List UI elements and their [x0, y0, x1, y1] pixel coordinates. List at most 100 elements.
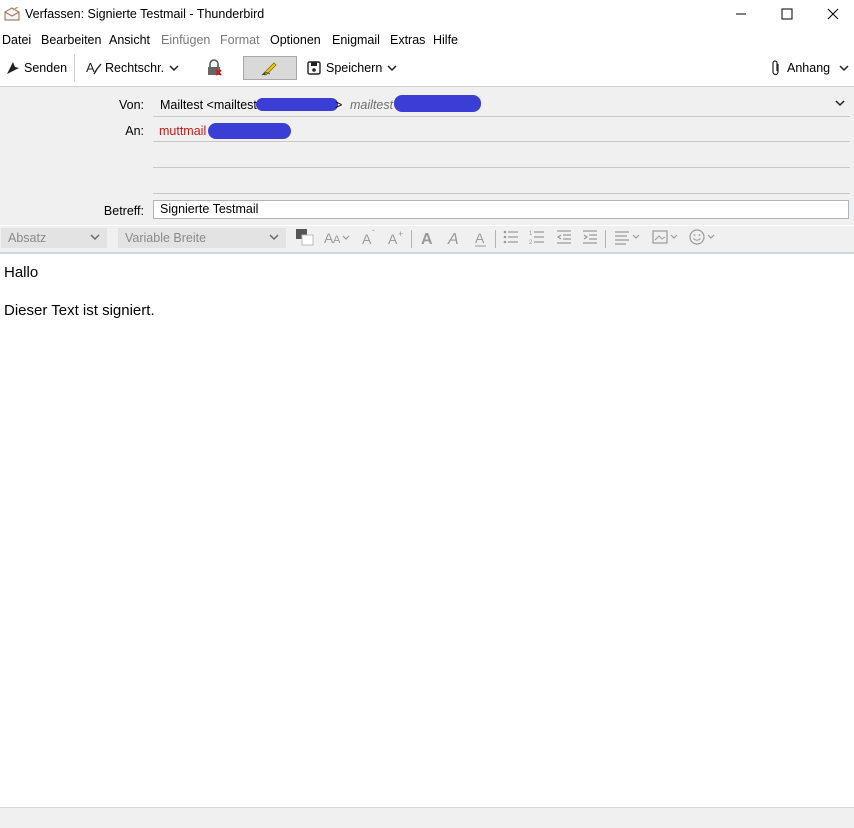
thunderbird-compose-icon	[4, 6, 20, 21]
save-label: Speichern	[326, 61, 383, 75]
minimize-icon	[735, 8, 747, 23]
from-address-end: >	[335, 98, 343, 112]
indent-icon[interactable]	[582, 229, 598, 249]
compose-toolbar: Senden A Rechtschr. Speichern Anhang	[0, 50, 854, 87]
menu-hilfe[interactable]: Hilfe	[433, 33, 458, 47]
svg-text:A: A	[362, 231, 372, 247]
close-icon	[827, 8, 839, 23]
svg-text:A: A	[333, 234, 341, 246]
from-address: Mailtest <mailtest	[160, 98, 257, 112]
attach-button[interactable]: Anhang	[771, 57, 830, 79]
paperclip-icon	[771, 60, 781, 76]
send-label: Senden	[24, 61, 68, 75]
paragraph-format-select[interactable]: Absatz	[1, 228, 107, 248]
title-bar: Verfassen: Signierte Testmail - Thunderb…	[0, 0, 854, 30]
italic-icon[interactable]: A	[447, 229, 463, 251]
recipient-underline	[153, 167, 850, 168]
from-label: Von:	[118, 98, 144, 112]
format-separator	[411, 230, 412, 248]
menu-einfuegen[interactable]: Einfügen	[161, 33, 210, 47]
save-dropdown[interactable]	[386, 57, 398, 79]
spelling-button[interactable]: A Rechtschr.	[86, 57, 164, 79]
emoji-icon[interactable]	[689, 229, 719, 249]
underline-icon[interactable]: A	[473, 229, 489, 251]
redaction-mark	[208, 123, 291, 139]
redaction-mark	[256, 98, 338, 111]
chevron-down-icon	[386, 62, 398, 74]
to-underline	[153, 141, 850, 142]
subject-input[interactable]: Signierte Testmail	[153, 200, 849, 219]
svg-text:A: A	[475, 230, 485, 246]
attach-label: Anhang	[787, 61, 831, 75]
minimize-button[interactable]	[718, 0, 764, 30]
close-button[interactable]	[810, 0, 854, 30]
text-color-icon[interactable]	[295, 228, 315, 250]
format-separator	[495, 230, 496, 248]
menu-format[interactable]: Format	[220, 33, 260, 47]
format-toolbar: Absatz Variable Breite AA Aˇ A + A A A 12	[0, 226, 854, 254]
align-icon[interactable]	[614, 229, 644, 249]
to-recipient-field[interactable]: muttmail	[153, 121, 850, 141]
spelling-dropdown[interactable]	[168, 57, 180, 79]
encrypt-button[interactable]	[206, 57, 222, 79]
bullet-list-icon[interactable]	[503, 229, 519, 249]
svg-text:A: A	[86, 60, 95, 75]
menu-extras[interactable]: Extras	[390, 33, 425, 47]
format-separator	[605, 230, 606, 248]
send-icon	[6, 61, 20, 75]
subject-label: Betreff:	[103, 204, 144, 218]
extra-recipient-field[interactable]	[153, 170, 850, 192]
sign-toggle-button[interactable]	[243, 56, 297, 80]
menu-optionen[interactable]: Optionen	[270, 33, 321, 47]
lock-disabled-icon	[206, 59, 222, 77]
window-title: Verfassen: Signierte Testmail - Thunderb…	[25, 7, 265, 21]
svg-text:+: +	[398, 229, 403, 239]
from-identity: mailtest	[350, 98, 394, 112]
insert-image-icon[interactable]	[652, 229, 682, 249]
redaction-mark	[394, 95, 481, 112]
svg-text:A: A	[421, 231, 433, 247]
recipient-underline	[153, 193, 850, 194]
spelling-label: Rechtschr.	[105, 61, 165, 75]
font-size-smaller-icon[interactable]: AA	[324, 229, 352, 251]
toolbar-separator	[74, 54, 75, 82]
chevron-down-icon	[838, 62, 850, 74]
paragraph-format-value: Absatz	[8, 231, 47, 245]
svg-text:1: 1	[529, 231, 533, 237]
save-icon	[307, 61, 321, 75]
numbered-list-icon[interactable]: 12	[529, 229, 545, 249]
svg-text:A: A	[447, 231, 459, 247]
outdent-icon[interactable]	[556, 229, 572, 249]
menu-ansicht[interactable]: Ansicht	[109, 33, 150, 47]
font-size-increase-icon[interactable]: A +	[387, 229, 405, 251]
subject-text: Signierte Testmail	[160, 202, 259, 216]
menu-bearbeiten[interactable]: Bearbeiten	[41, 33, 101, 47]
svg-text:ˇ: ˇ	[372, 229, 375, 238]
svg-text:2: 2	[529, 240, 533, 245]
maximize-button[interactable]	[764, 0, 810, 30]
menu-datei[interactable]: Datei	[2, 33, 31, 47]
chevron-down-icon	[834, 97, 846, 112]
send-button[interactable]: Senden	[6, 57, 67, 79]
svg-text:A: A	[388, 231, 398, 247]
font-family-select[interactable]: Variable Breite	[118, 228, 286, 248]
to-recipient: muttmail	[159, 124, 207, 138]
from-select[interactable]: Mailtest <mailtest > mailtest	[153, 94, 850, 114]
status-bar	[0, 807, 854, 828]
extra-recipient-field[interactable]	[153, 145, 850, 167]
chevron-down-icon	[89, 230, 101, 249]
message-body-editor[interactable]: Hallo Dieser Text ist signiert.	[0, 254, 854, 807]
font-size-decrease-icon[interactable]: Aˇ	[361, 229, 379, 251]
attach-dropdown[interactable]	[838, 57, 850, 79]
pencil-sign-icon	[261, 60, 279, 76]
body-line: Dieser Text ist signiert.	[4, 302, 155, 319]
to-label: An:	[125, 124, 144, 138]
font-family-value: Variable Breite	[125, 231, 207, 245]
maximize-icon	[781, 8, 793, 23]
menu-bar: Datei Bearbeiten Ansicht Einfügen Format…	[0, 30, 854, 50]
save-button[interactable]: Speichern	[307, 57, 382, 79]
from-underline	[153, 116, 850, 117]
chevron-down-icon	[168, 62, 180, 74]
menu-enigmail[interactable]: Enigmail	[332, 33, 380, 47]
bold-icon[interactable]: A	[420, 229, 436, 251]
